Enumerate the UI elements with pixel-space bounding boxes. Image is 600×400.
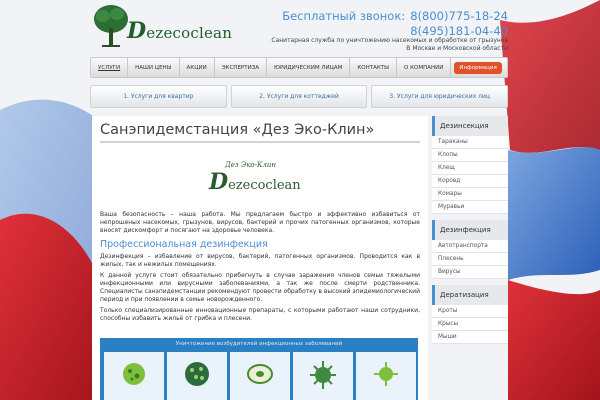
page: Dezecoclean Бесплатный звонок: 8(800)775… xyxy=(0,0,600,400)
sidebar-item-mold[interactable]: Плесень xyxy=(432,253,508,266)
phone-block: Бесплатный звонок: 8(800)775-18-24 8(495… xyxy=(282,5,508,39)
sidebar-item-bedbugs[interactable]: Клопы xyxy=(432,149,508,162)
nav-item-contacts[interactable]: Контакты xyxy=(350,58,398,77)
logo-initial: D xyxy=(127,18,147,44)
banner-card xyxy=(356,352,416,400)
tagline: Санитарная служба по уничтожению насеком… xyxy=(248,37,508,53)
banner-card xyxy=(167,352,227,400)
cell-icon xyxy=(247,364,273,384)
sidebar-item-cockroaches[interactable]: Тараканы xyxy=(432,136,508,149)
sidebar-item-mice[interactable]: Мыши xyxy=(432,331,508,344)
content-logo-top: Дез Эко-Клин xyxy=(225,161,276,169)
sidebar-section-disinsection: Дезинсекция Тараканы Клопы Клещ Коровд К… xyxy=(432,116,508,214)
bacteria-icon xyxy=(123,363,145,385)
nav-item-legal[interactable]: Юридическим лицам xyxy=(267,58,351,77)
sidebar-item-vehicles[interactable]: Автотранспорта xyxy=(432,240,508,253)
sidebar-heading[interactable]: Дератизация xyxy=(432,285,508,305)
sidebar-item-mosquitoes[interactable]: Комары xyxy=(432,188,508,201)
virus-icon xyxy=(374,362,398,386)
free-call-label: Бесплатный звонок: xyxy=(282,9,406,23)
service-tab-cottages[interactable]: 2. Услуги для коттеджей xyxy=(230,85,368,108)
banner-title: Уничтожение возбудителей инфекционных за… xyxy=(175,341,343,347)
sidebar-section-deratization: Дератизация Кроты Крысы Мыши xyxy=(432,285,508,344)
sidebar-item-bark-beetle[interactable]: Коровд xyxy=(432,175,508,188)
section-title: Профессиональная дезинфекция xyxy=(100,239,268,250)
banner-card xyxy=(230,352,290,400)
sidebar-item-ticks[interactable]: Клещ xyxy=(432,162,508,175)
info-button[interactable]: Информация xyxy=(454,61,502,74)
sidebar-heading[interactable]: Дезинсекция xyxy=(432,116,508,136)
paragraph-1: Дезинфекция – избавление от вирусов, бак… xyxy=(100,253,420,268)
content-logo-initial: D xyxy=(209,169,229,195)
service-tab-legal[interactable]: 3. Услуги для юридических лиц xyxy=(371,85,509,108)
main-content: Санэпидемстанция «Дез Эко-Клин» Дез Эко-… xyxy=(92,116,428,400)
nav-item-prices[interactable]: Наши цены xyxy=(128,58,180,77)
tree-icon xyxy=(94,5,128,47)
tagline-line2: В Москве и Московской области xyxy=(406,45,508,52)
paragraph-3: Только специализированные инновационные … xyxy=(100,307,420,322)
page-title: Санэпидемстанция «Дез Эко-Клин» xyxy=(100,122,420,143)
sidebar-item-ants[interactable]: Муравьи xyxy=(432,201,508,214)
nav-item-expertise[interactable]: Экспертиза xyxy=(215,58,267,77)
service-tabs: 1. Услуги для квартир 2. Услуги для котт… xyxy=(90,85,509,108)
tagline-line1: Санитарная служба по уничтожению насеком… xyxy=(271,37,508,44)
bacteria-colony-icon xyxy=(185,362,209,386)
site-logo[interactable]: Dezecoclean xyxy=(92,4,232,48)
main-nav: Услуги Наши цены Акции Экспертиза Юридич… xyxy=(90,57,508,78)
sidebar-heading[interactable]: Дезинфекция xyxy=(432,220,508,240)
content-logo-rest: ezecoclean xyxy=(228,178,301,193)
sidebar-section-disinfection: Дезинфекция Автотранспорта Плесень Вирус… xyxy=(432,220,508,279)
nav-item-promos[interactable]: Акции xyxy=(180,58,215,77)
sidebar: Дезинсекция Тараканы Клопы Клещ Коровд К… xyxy=(432,116,508,350)
nav-item-about[interactable]: О компании xyxy=(397,58,452,77)
paragraph-2: К данной услуге стоит обязательно прибег… xyxy=(100,272,420,303)
intro-text: Ваша безопасность – наша работа. Мы пред… xyxy=(100,211,420,234)
sidebar-item-viruses[interactable]: Вирусы xyxy=(432,266,508,279)
virus-icon xyxy=(310,361,336,389)
content-logo: Дез Эко-Клин Dezecoclean xyxy=(205,161,315,197)
pathogens-banner: Уничтожение возбудителей инфекционных за… xyxy=(100,338,418,400)
phone-free[interactable]: 8(800)775-18-24 xyxy=(410,9,508,23)
banner-cards xyxy=(104,352,416,400)
content-logo-wordmark: Dezecoclean xyxy=(209,169,301,195)
service-tab-apartments[interactable]: 1. Услуги для квартир xyxy=(90,85,227,108)
logo-wordmark: Dezecoclean xyxy=(127,18,232,44)
banner-card xyxy=(104,352,164,400)
nav-item-services[interactable]: Услуги xyxy=(91,58,129,77)
logo-rest: ezecoclean xyxy=(146,24,233,42)
banner-card xyxy=(293,352,353,400)
sidebar-item-rats[interactable]: Крысы xyxy=(432,318,508,331)
sidebar-item-moles[interactable]: Кроты xyxy=(432,305,508,318)
